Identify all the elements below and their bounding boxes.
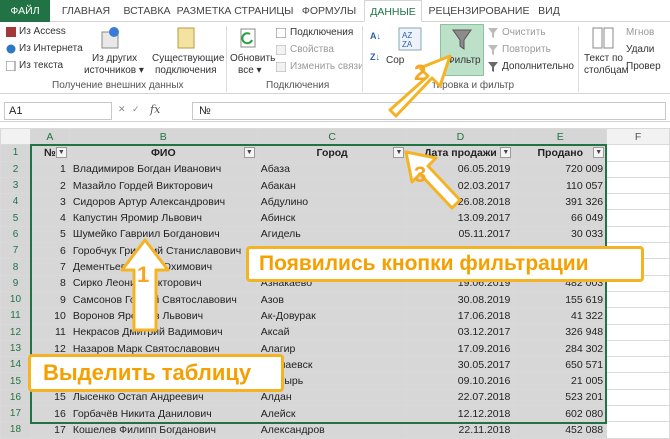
- cell-sold[interactable]: 452 088: [513, 421, 608, 439]
- table-row: 18 17 Кошелев Филипп Богданович Александров…: [0, 421, 670, 439]
- cell-city[interactable]: Александров: [256, 421, 408, 439]
- cell-name[interactable]: Кошелев Филипп Богданович: [68, 421, 258, 439]
- cell[interactable]: [606, 421, 670, 439]
- row-header[interactable]: 18: [0, 421, 31, 439]
- step-2-number: 2: [414, 60, 427, 85]
- cell-date[interactable]: 22.11.2018: [406, 421, 515, 439]
- cell-number[interactable]: 17: [29, 421, 70, 439]
- callout-select-table: Выделить таблицу: [28, 354, 284, 392]
- callout-filter-buttons: Появились кнопки фильтрации: [246, 246, 644, 282]
- step-3-number: 3: [414, 162, 427, 187]
- step-1-number: 1: [137, 262, 150, 287]
